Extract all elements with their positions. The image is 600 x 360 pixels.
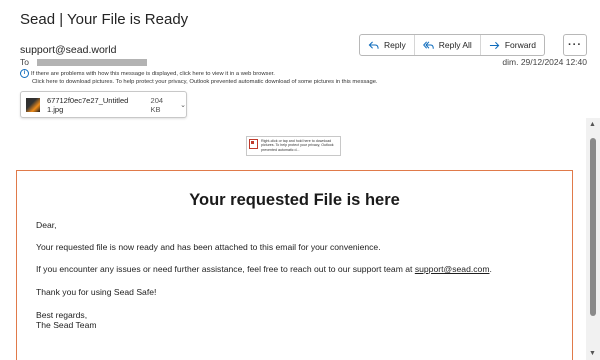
chevron-down-icon[interactable]: ⌄ bbox=[180, 101, 186, 109]
forward-arrow-icon bbox=[489, 41, 500, 49]
message-actions: Reply Reply All Forward bbox=[359, 34, 545, 56]
reply-button[interactable]: Reply bbox=[360, 35, 415, 55]
attachment-size: 204 KB bbox=[150, 95, 164, 114]
redacted-recipient bbox=[36, 58, 147, 66]
scroll-up-icon[interactable]: ▲ bbox=[589, 121, 596, 128]
message-body: Your requested File is here Dear, Your r… bbox=[16, 170, 573, 360]
body-paragraph-1: Your requested file is now ready and has… bbox=[36, 242, 381, 252]
signoff-line-2: The Sead Team bbox=[36, 320, 97, 330]
to-row: To bbox=[20, 57, 147, 67]
blocked-image-placeholder[interactable]: Right-click or tap and hold here to down… bbox=[246, 136, 341, 156]
email-subject: Sead | Your File is Ready bbox=[20, 11, 189, 28]
attachment-card[interactable]: 67712f0ec7e27_Untitled 1.jpg 204 KB ⌄ bbox=[20, 91, 187, 118]
body-paragraph-2: If you encounter any issues or need furt… bbox=[36, 264, 492, 274]
more-actions-button[interactable]: ··· bbox=[563, 34, 587, 56]
reply-all-label: Reply All bbox=[438, 40, 472, 50]
reply-all-icon bbox=[422, 40, 434, 49]
info-line-2[interactable]: Click here to download pictures. To help… bbox=[20, 78, 378, 86]
image-thumbnail bbox=[26, 97, 40, 112]
reply-label: Reply bbox=[384, 40, 406, 50]
greeting: Dear, bbox=[36, 220, 57, 230]
info-bar[interactable]: i If there are problems with how this mes… bbox=[20, 69, 378, 86]
forward-label: Forward bbox=[504, 40, 536, 50]
forward-button[interactable]: Forward bbox=[481, 35, 544, 55]
scrollbar-thumb[interactable] bbox=[590, 138, 596, 316]
blocked-image-text: Right-click or tap and hold here to down… bbox=[261, 139, 334, 152]
scroll-down-icon[interactable]: ▼ bbox=[589, 350, 596, 357]
para2-suffix: . bbox=[489, 264, 492, 274]
support-email-link[interactable]: support@sead.com bbox=[415, 264, 490, 274]
body-paragraph-3: Thank you for using Sead Safe! bbox=[36, 287, 157, 297]
body-heading: Your requested File is here bbox=[189, 191, 400, 209]
to-label: To bbox=[20, 57, 29, 67]
info-icon: i bbox=[20, 69, 29, 78]
reply-all-button[interactable]: Reply All bbox=[415, 35, 481, 55]
received-date: dim. 29/12/2024 12:40 bbox=[502, 57, 587, 67]
signoff-line-1: Best regards, bbox=[36, 310, 88, 320]
para2-text: If you encounter any issues or need furt… bbox=[36, 264, 415, 274]
broken-image-icon bbox=[249, 139, 258, 149]
vertical-scrollbar[interactable]: ▲ ▼ bbox=[586, 118, 600, 360]
reply-icon bbox=[368, 40, 379, 49]
sender-address[interactable]: support@sead.world bbox=[20, 44, 116, 56]
attachment-name: 67712f0ec7e27_Untitled 1.jpg bbox=[46, 95, 129, 114]
info-line-1[interactable]: If there are problems with how this mess… bbox=[31, 71, 275, 77]
